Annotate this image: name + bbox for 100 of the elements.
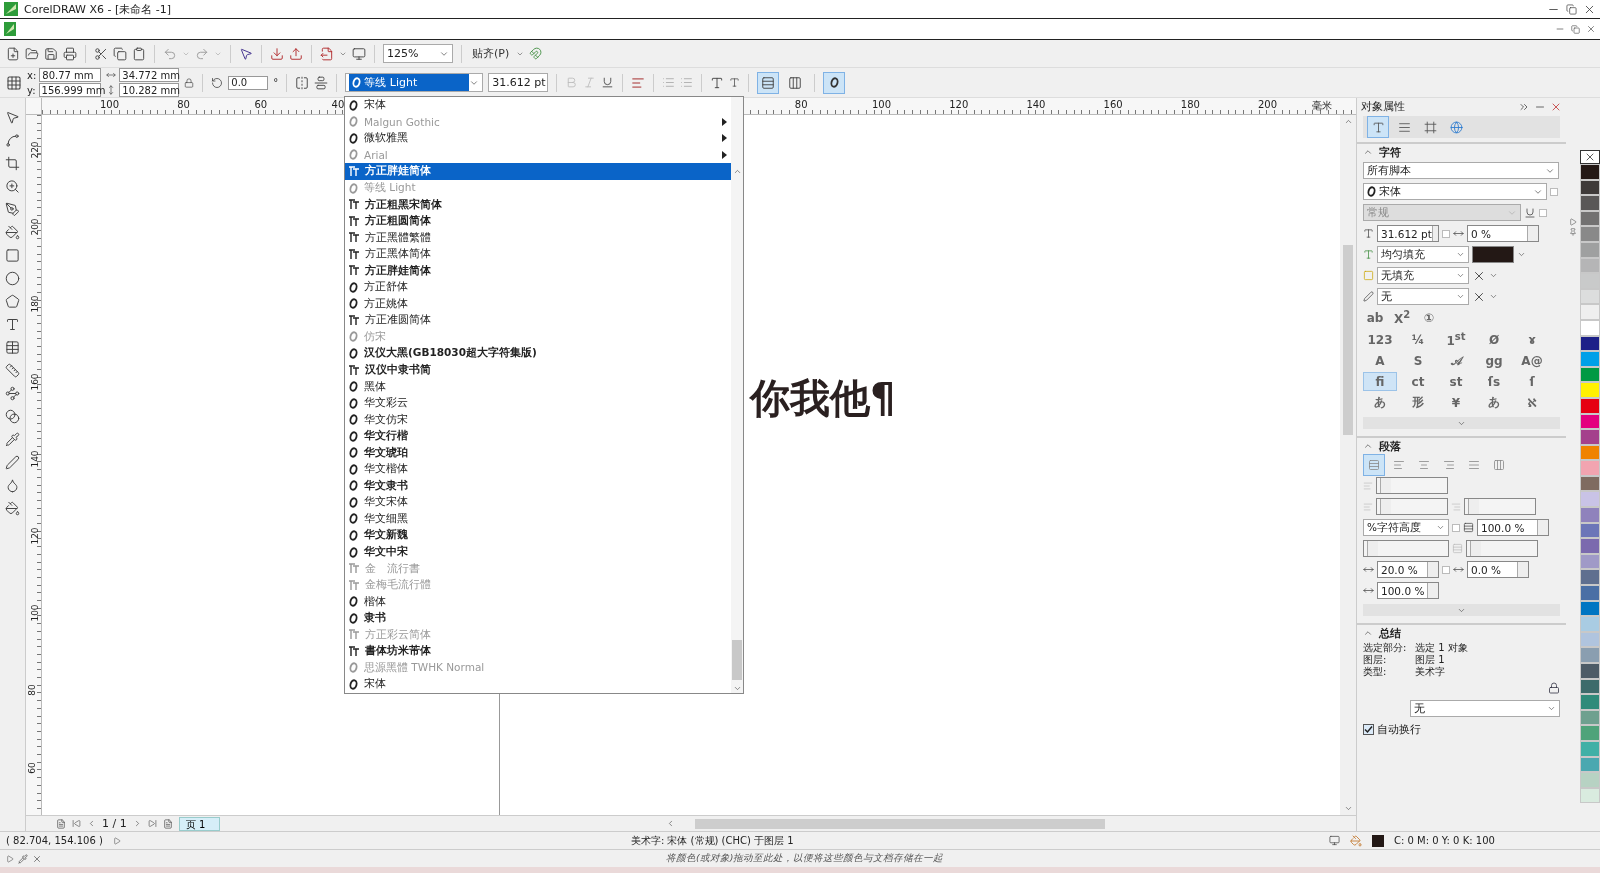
- font-size-field[interactable]: 31.612 pt: [1377, 225, 1439, 242]
- font-list-item[interactable]: 方正胖娃简体: [345, 163, 731, 180]
- font-list-item[interactable]: 宋体: [345, 676, 731, 693]
- summary-label: 类型:: [1363, 665, 1388, 679]
- ruler-label: 140: [1026, 99, 1046, 110]
- section-title: 字符: [1379, 144, 1401, 160]
- opentype-feature-button[interactable]: 123: [1363, 330, 1397, 349]
- font-list-item[interactable]: 华文细黑: [345, 510, 731, 528]
- ruler-label: 140: [29, 450, 40, 468]
- word-spacing-field[interactable]: 0.0 %: [1467, 561, 1529, 578]
- font-select[interactable]: 宋体: [1363, 183, 1547, 200]
- font-list-item[interactable]: 方正粗黑宋简体: [345, 196, 731, 213]
- font-select[interactable]: 等线 Light: [345, 73, 484, 92]
- font-list-item[interactable]: 华文仿宋: [345, 411, 731, 428]
- summary-value: 美术字: [1415, 665, 1446, 679]
- opentype-feature-button[interactable]: ¥: [1439, 393, 1473, 412]
- font-size-select[interactable]: 31.612 pt: [488, 73, 549, 92]
- font-list-item[interactable]: 华文琥珀: [345, 444, 731, 462]
- text-feature-button[interactable]: X$^{2}$: [1390, 308, 1414, 327]
- opentype-feature-button[interactable]: S: [1401, 351, 1435, 370]
- font-list-item[interactable]: 华文宋体: [345, 494, 731, 511]
- opentype-feature-button[interactable]: A: [1363, 351, 1397, 370]
- script-select[interactable]: 所有脚本: [1363, 162, 1559, 179]
- font-list-item[interactable]: 华文新魏: [345, 527, 731, 544]
- opentype-feature-button[interactable]: gg: [1477, 351, 1511, 370]
- opentype-feature-button[interactable]: fi: [1363, 372, 1397, 391]
- font-list-item[interactable]: 方正姚体: [345, 295, 731, 313]
- ruler-label: 180: [1180, 99, 1200, 110]
- docker-title: 对象属性: [1361, 100, 1405, 114]
- x-field[interactable]: 80.77 mm: [39, 68, 102, 82]
- page-count: 1 / 1: [102, 817, 127, 830]
- font-list-item[interactable]: 隶书: [345, 609, 731, 627]
- char-spacing-field[interactable]: 20.0 %: [1377, 561, 1439, 578]
- ruler-label: 80: [26, 684, 37, 697]
- font-list-item[interactable]: 华文隶书: [345, 477, 731, 495]
- font-list-item[interactable]: 書体坊米芾体: [345, 643, 731, 660]
- font-list-item[interactable]: 华文行楷: [345, 427, 731, 445]
- window-title: CorelDRAW X6 - [未命名 -1]: [24, 1, 173, 17]
- font-list-item[interactable]: 华文楷体: [345, 461, 731, 478]
- ruler-label: 100: [29, 604, 40, 622]
- font-list-item[interactable]: 楷体: [345, 593, 731, 610]
- font-list-item[interactable]: 方正黑體繁體: [345, 229, 731, 246]
- wrap-style-select[interactable]: 无: [1410, 700, 1560, 717]
- width-field[interactable]: 34.772 mm: [119, 68, 180, 82]
- snap-button[interactable]: 贴齐(P): [470, 42, 512, 65]
- ruler-label: 100: [100, 99, 120, 110]
- ruler-label: 60: [26, 761, 37, 774]
- font-list-item[interactable]: 宋体: [345, 97, 731, 114]
- opentype-feature-button[interactable]: Ø: [1477, 330, 1511, 349]
- opentype-feature-button[interactable]: ſs: [1477, 372, 1511, 391]
- zoom-select[interactable]: 125%: [383, 44, 453, 63]
- kerning-field[interactable]: 0 %: [1467, 225, 1539, 242]
- x-label: x:: [27, 69, 37, 81]
- font-list-item[interactable]: 黑体: [345, 378, 731, 395]
- font-list-item[interactable]: 汉仪中隶书简: [345, 361, 731, 379]
- font-list-item[interactable]: 汉仪大黑(GB18030超大字符集版): [345, 345, 731, 362]
- text-feature-button[interactable]: ab: [1363, 308, 1387, 327]
- section-title: 总结: [1379, 625, 1401, 641]
- opentype-feature-button[interactable]: st: [1439, 372, 1473, 391]
- outline-select[interactable]: 无: [1377, 288, 1469, 305]
- page-tab[interactable]: 页 1: [178, 816, 221, 831]
- summary-value: 选定 1 对象: [1415, 641, 1469, 655]
- font-list-item[interactable]: 方正胖娃简体: [345, 262, 731, 279]
- color-values: C: 0 M: 0 Y: 0 K: 100: [1394, 835, 1496, 846]
- ruler-label: 80: [177, 99, 190, 110]
- font-list-item[interactable]: 华文彩云: [345, 394, 731, 412]
- opentype-feature-button[interactable]: ſ: [1515, 372, 1549, 391]
- opentype-feature-button[interactable]: ℵ: [1515, 393, 1549, 412]
- language-spacing-field[interactable]: 100.0 %: [1377, 582, 1439, 599]
- font-list-item[interactable]: 华文中宋: [345, 543, 731, 561]
- background-fill-select[interactable]: 无填充: [1377, 267, 1469, 284]
- opentype-feature-button[interactable]: ¼: [1401, 330, 1435, 349]
- opentype-feature-button[interactable]: あ: [1363, 393, 1397, 412]
- rotation-field[interactable]: 0.0: [228, 75, 269, 90]
- line-spacing-field[interactable]: 100.0 %: [1477, 519, 1549, 536]
- ruler-label: 80: [794, 99, 808, 110]
- opentype-feature-button[interactable]: 𝒜: [1439, 351, 1473, 370]
- spacing-unit-select[interactable]: %字符高度: [1363, 519, 1449, 536]
- summary-label: 选定部分:: [1363, 641, 1408, 655]
- ruler-label: 120: [29, 527, 40, 545]
- opentype-feature-button[interactable]: あ: [1477, 393, 1511, 412]
- fill-type-select[interactable]: 均匀填充: [1377, 246, 1469, 263]
- opentype-feature-button[interactable]: ct: [1401, 372, 1435, 391]
- text-feature-button[interactable]: ①: [1417, 308, 1441, 327]
- font-list-item[interactable]: 方正准圆简体: [345, 312, 731, 329]
- opentype-feature-button[interactable]: A@: [1515, 351, 1549, 370]
- height-field[interactable]: 10.282 mm: [119, 83, 180, 97]
- opentype-feature-button[interactable]: ɤ: [1515, 330, 1549, 349]
- ruler-label: 160: [29, 373, 40, 391]
- cursor-coordinates: ( 82.704, 154.106 ): [6, 835, 103, 846]
- ruler-label: 60: [254, 99, 268, 110]
- font-list-item[interactable]: 方正舒体: [345, 279, 731, 296]
- opentype-feature-button[interactable]: 1$^{st}$: [1439, 330, 1473, 349]
- font-list-item[interactable]: 方正粗圆简体: [345, 212, 731, 230]
- ruler-label: 200: [29, 218, 40, 236]
- ruler-label: 40: [331, 99, 345, 110]
- font-list-item[interactable]: 方正黑体简体: [345, 245, 731, 263]
- font-list-item[interactable]: 微软雅黑: [345, 130, 731, 147]
- canvas-text: 你我他¶: [750, 375, 896, 421]
- opentype-feature-button[interactable]: 形: [1401, 393, 1435, 412]
